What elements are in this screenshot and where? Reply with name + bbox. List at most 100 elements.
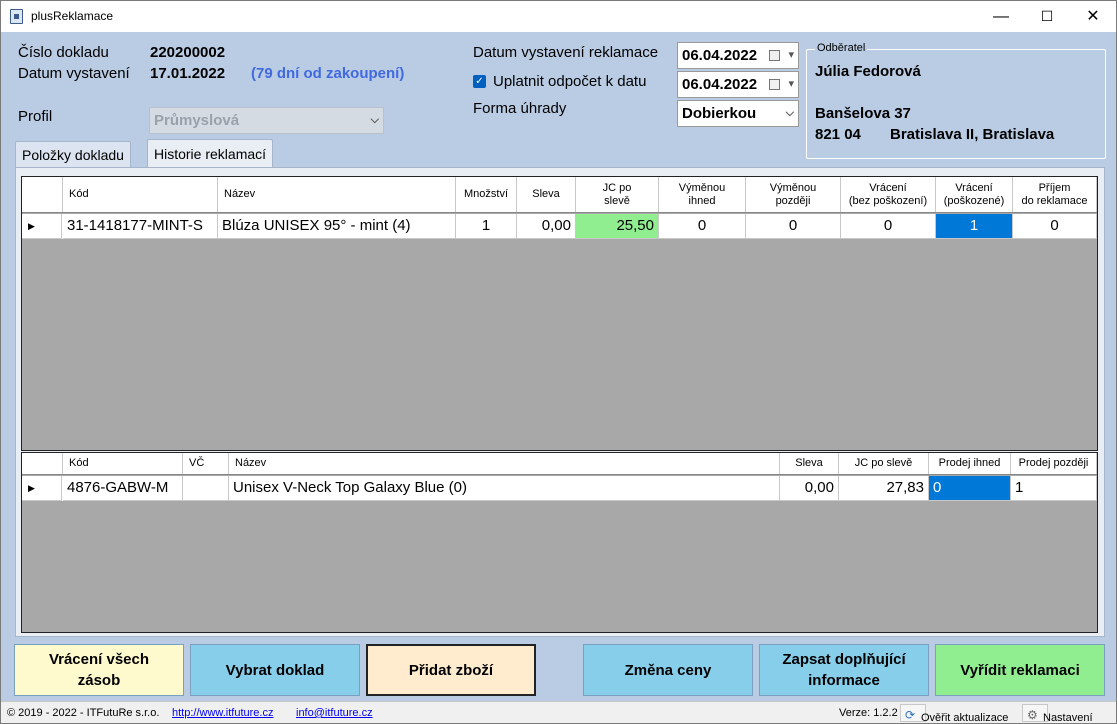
cell-intake[interactable]: 0 [1013, 214, 1097, 239]
row-header-column [22, 177, 63, 212]
customer-group-label: Odběratel [815, 42, 868, 54]
check-update-button[interactable]: ⟳ Ověřit aktualizace [900, 704, 1008, 724]
cell-name[interactable]: Blúza UNISEX 95° - mint (4) [218, 214, 456, 239]
profile-label: Profil [18, 108, 53, 125]
calendar-icon [769, 50, 780, 61]
cell-discount[interactable]: 0,00 [780, 476, 839, 501]
col-discount[interactable]: Sleva [517, 177, 576, 212]
tab-document-items[interactable]: Položky dokladu [15, 141, 131, 168]
customer-name: Júlia Fedorová [815, 63, 921, 80]
replacement-goods-grid: Kód VČ Název Sleva JC po slevě Prodej ih… [21, 452, 1098, 633]
app-icon [10, 9, 23, 24]
check-update-label: Ověřit aktualizace [921, 712, 1009, 724]
cell-code[interactable]: 4876-GABW-M [63, 476, 183, 501]
profile-value: Průmyslová [154, 112, 240, 129]
cell-serial[interactable] [183, 476, 229, 501]
cell-discount[interactable]: 0,00 [517, 214, 576, 239]
days-since-purchase: (79 dní od zakoupení) [251, 65, 405, 82]
apply-deduction-label: Uplatnit odpočet k datu [493, 73, 647, 90]
title-bar: plusReklamace — ☐ ✕ [1, 1, 1116, 32]
cell-price[interactable]: 27,83 [839, 476, 929, 501]
claim-date-value: 06.04.2022 [682, 47, 758, 64]
version-text: Verze: 1.2.2 [839, 707, 898, 719]
customer-zip: 821 04 [815, 126, 861, 143]
cell-sell-later[interactable]: 1 [1011, 476, 1097, 501]
col-price[interactable]: JC po slevě [839, 453, 929, 474]
window-title: plusReklamace [31, 9, 114, 23]
minimize-button[interactable]: — [978, 1, 1024, 32]
col-serial[interactable]: VČ [183, 453, 229, 474]
row-marker-icon[interactable]: ▶ [22, 476, 62, 501]
table-row[interactable]: ▶ 4876-GABW-M Unisex V-Neck Top Galaxy B… [22, 476, 1097, 501]
copyright-text: © 2019 - 2022 - ITFutuRe s.r.o. [7, 707, 160, 719]
apply-date-value: 06.04.2022 [682, 76, 758, 93]
col-code[interactable]: Kód [63, 453, 183, 474]
grid-header: Kód Název Množství Sleva JC po slevě Vým… [22, 177, 1097, 213]
cell-name[interactable]: Unisex V-Neck Top Galaxy Blue (0) [229, 476, 780, 501]
profile-select: Průmyslová ⌵ [149, 107, 384, 134]
col-intake[interactable]: Příjem do reklamace [1013, 177, 1097, 212]
chevron-down-icon: ⌵ [785, 107, 794, 119]
row-header-column [22, 453, 63, 474]
change-price-button[interactable]: Změna ceny [583, 644, 753, 696]
col-sell-now[interactable]: Prodej ihned [929, 453, 1011, 474]
document-items-grid: Kód Název Množství Sleva JC po slevě Vým… [21, 176, 1098, 451]
add-goods-button[interactable]: Přidat zboží [366, 644, 536, 696]
apply-date-picker[interactable]: 06.04.2022 ▾ [677, 71, 799, 98]
resolve-claim-button[interactable]: Vyřídit reklamaci [935, 644, 1105, 696]
payment-select[interactable]: Dobierkou ⌵ [677, 100, 799, 127]
cell-exchange-now[interactable]: 0 [659, 214, 746, 239]
doc-number-label: Číslo dokladu [18, 44, 109, 61]
settings-button[interactable]: ⚙ Nastavení [1022, 704, 1093, 724]
cell-sell-now[interactable]: 0 [929, 476, 1011, 501]
return-all-stock-label: Vrácení všech zásob [48, 651, 150, 689]
payment-value: Dobierkou [682, 105, 757, 122]
website-link[interactable]: http://www.itfuture.cz [172, 707, 273, 719]
claim-date-label: Datum vystavení reklamace [473, 44, 659, 61]
grid-header: Kód VČ Název Sleva JC po slevě Prodej ih… [22, 453, 1097, 475]
doc-number-value: 220200002 [150, 44, 226, 61]
col-discount[interactable]: Sleva [780, 453, 839, 474]
col-price[interactable]: JC po slevě [576, 177, 659, 212]
chevron-down-icon: ⌵ [370, 114, 379, 126]
col-exchange-now[interactable]: Výměnou ihned [659, 177, 746, 212]
col-quantity[interactable]: Množství [456, 177, 517, 212]
col-sell-later[interactable]: Prodej později [1011, 453, 1097, 474]
cell-return-damaged[interactable]: 1 [936, 214, 1013, 239]
tab-claim-history[interactable]: Historie reklamací [147, 139, 274, 168]
payment-label: Forma úhrady [473, 100, 567, 117]
doc-date-label: Datum vystavení [18, 65, 130, 82]
maximize-button[interactable]: ☐ [1024, 1, 1070, 32]
col-name[interactable]: Název [218, 177, 456, 212]
email-link[interactable]: info@itfuture.cz [296, 707, 373, 719]
col-return-undamaged[interactable]: Vrácení (bez poškození) [841, 177, 936, 212]
select-document-button[interactable]: Vybrat doklad [190, 644, 360, 696]
application-window: plusReklamace — ☐ ✕ Číslo dokladu 220200… [0, 0, 1117, 724]
claim-date-picker[interactable]: 06.04.2022 ▾ [677, 42, 799, 69]
write-info-label: Zapsat doplňující informace [782, 651, 906, 689]
customer-street: Banšelova 37 [815, 105, 911, 122]
cell-quantity[interactable]: 1 [456, 214, 517, 239]
col-name[interactable]: Název [229, 453, 780, 474]
calendar-icon [769, 79, 780, 90]
cell-code[interactable]: 31-1418177-MINT-S [63, 214, 218, 239]
settings-label: Nastavení [1043, 712, 1093, 724]
cell-price[interactable]: 25,50 [576, 214, 659, 239]
settings-icon: ⚙ [1027, 708, 1038, 722]
col-exchange-later[interactable]: Výměnou později [746, 177, 841, 212]
col-code[interactable]: Kód [63, 177, 218, 212]
chevron-down-icon: ▾ [788, 78, 794, 90]
return-all-stock-button[interactable]: Vrácení všech zásob [14, 644, 184, 696]
doc-date-value: 17.01.2022 [150, 65, 226, 82]
col-return-damaged[interactable]: Vrácení (poškozené) [936, 177, 1013, 212]
row-marker-icon[interactable]: ▶ [22, 214, 62, 239]
cell-exchange-later[interactable]: 0 [746, 214, 841, 239]
table-row[interactable]: ▶ 31-1418177-MINT-S Blúza UNISEX 95° - m… [22, 214, 1097, 239]
write-info-button[interactable]: Zapsat doplňující informace [759, 644, 929, 696]
close-button[interactable]: ✕ [1070, 1, 1116, 32]
customer-city: Bratislava II, Bratislava [890, 126, 1055, 143]
cell-return-undamaged[interactable]: 0 [841, 214, 936, 239]
refresh-icon: ⟳ [905, 708, 916, 722]
apply-deduction-checkbox[interactable]: ✓ [473, 75, 486, 88]
chevron-down-icon: ▾ [788, 49, 794, 61]
